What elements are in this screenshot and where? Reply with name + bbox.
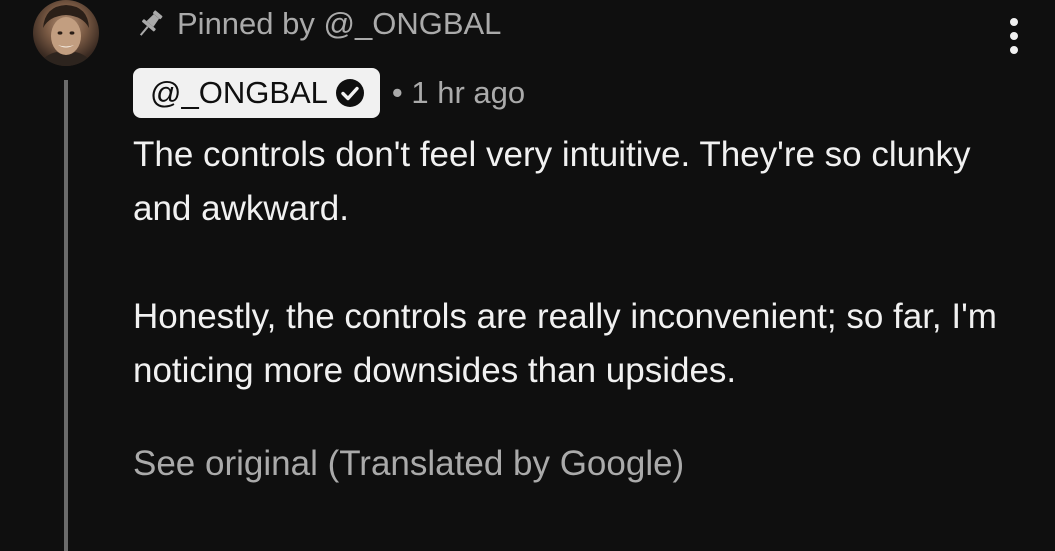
more-vertical-icon — [1010, 18, 1018, 26]
comment-header: @_ONGBAL • 1 hr ago — [133, 67, 525, 119]
comment-paragraph: Honestly, the controls are really inconv… — [133, 297, 997, 390]
avatar-image — [38, 5, 94, 66]
pinned-by-label: Pinned by @_ONGBAL — [177, 6, 502, 41]
author-chip[interactable]: @_ONGBAL — [133, 68, 380, 118]
more-vertical-icon-dot — [1010, 32, 1018, 40]
thread-line — [64, 80, 68, 551]
pin-icon — [133, 7, 167, 41]
timestamp[interactable]: • 1 hr ago — [392, 75, 525, 111]
verified-checkmark-icon — [334, 77, 366, 109]
more-options-button[interactable] — [996, 14, 1032, 58]
comment-paragraph: The controls don't feel very intuitive. … — [133, 135, 971, 228]
see-original-link[interactable]: See original (Translated by Google) — [133, 444, 684, 484]
author-name: @_ONGBAL — [150, 75, 328, 110]
pinned-indicator: Pinned by @_ONGBAL — [133, 2, 501, 46]
comment-text: The controls don't feel very intuitive. … — [133, 128, 1013, 398]
more-vertical-icon-dot — [1010, 46, 1018, 54]
avatar[interactable] — [33, 0, 99, 66]
